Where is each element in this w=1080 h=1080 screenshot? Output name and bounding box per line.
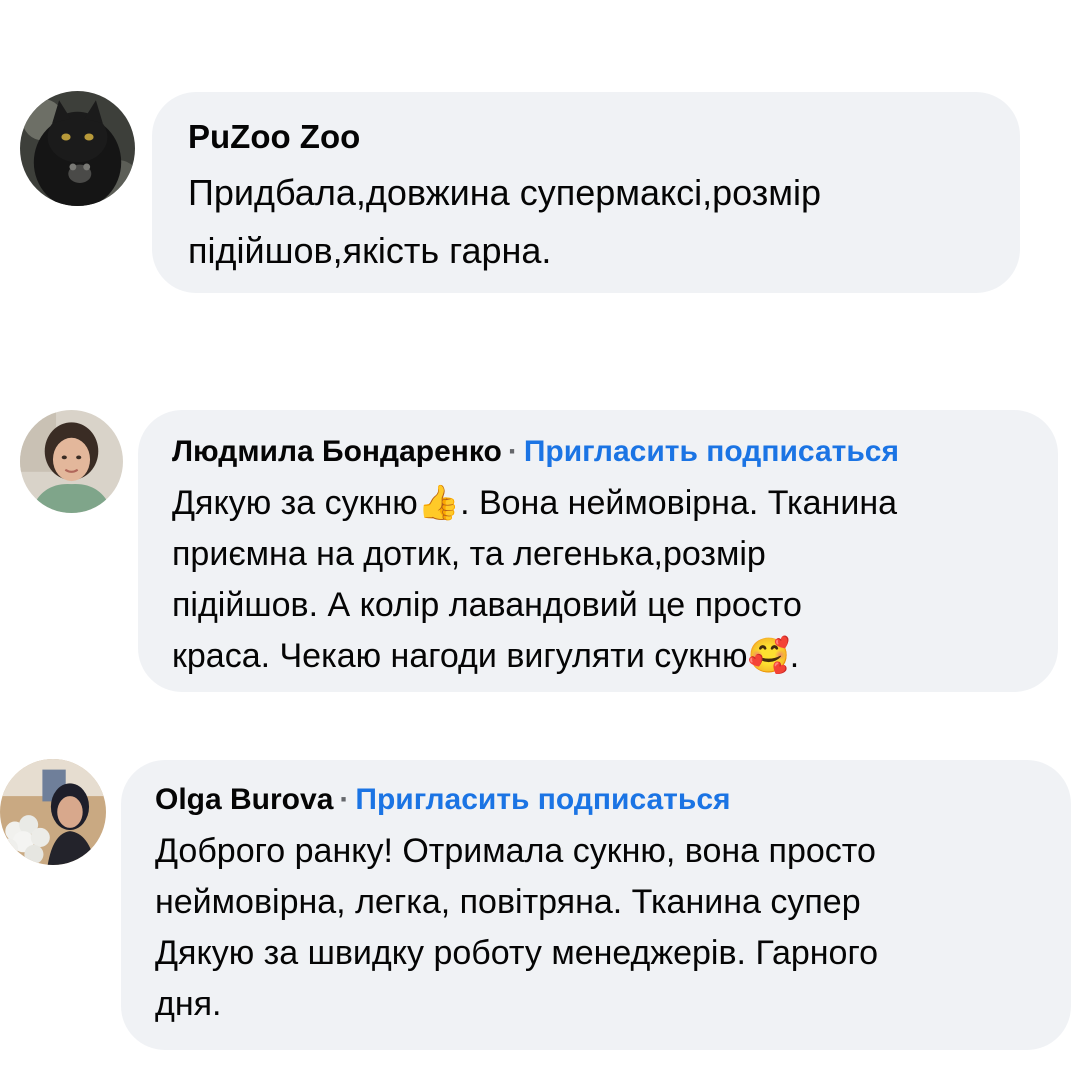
comment-line: Доброго ранку! Отримала сукню, вона прос… xyxy=(155,832,876,870)
invite-to-follow-link[interactable]: Пригласить подписаться xyxy=(355,783,730,816)
invite-to-follow-link[interactable]: Пригласить подписаться xyxy=(524,435,899,468)
author-name[interactable]: Olga Burova xyxy=(155,783,333,816)
comment-line: підійшов,якість гарна. xyxy=(188,230,552,271)
comment-header: Людмила Бондаренко · Пригласить подписатьс… xyxy=(172,432,1026,472)
comment-line: Дякую за швидку роботу менеджерів. Гарно… xyxy=(155,934,879,972)
comment-text: Дякую за сукню👍. Вона неймовірна. Тканин… xyxy=(172,478,1026,682)
separator-dot: · xyxy=(339,783,350,816)
comment-line: приємна на дотик, та легенька,розмір xyxy=(172,535,766,573)
comment-line: Придбала,довжина супермаксі,розмір xyxy=(188,172,822,213)
author-name[interactable]: PuZoo Zoo xyxy=(188,118,360,155)
comment-line: підійшов. А колір лавандовий це просто xyxy=(172,586,802,624)
comment-bubble: Людмила Бондаренко · Пригласить подписатьс… xyxy=(138,410,1058,692)
separator-dot: · xyxy=(507,435,518,468)
comment-text: Доброго ранку! Отримала сукню, вона прос… xyxy=(155,826,1039,1030)
comment-line: дня. xyxy=(155,985,222,1023)
woman-avatar[interactable] xyxy=(20,410,123,513)
comment-text: Придбала,довжина супермаксі,розмір підій… xyxy=(188,164,984,280)
comment-bubble: PuZoo Zoo Придбала,довжина супермаксі,ро… xyxy=(152,92,1020,293)
author-name[interactable]: Людмила Бондаренко xyxy=(172,435,502,468)
comment-line: Дякую за сукню👍. Вона неймовірна. Тканин… xyxy=(172,484,898,522)
comment-line: краса. Чекаю нагоди вигуляти сукню🥰. xyxy=(172,637,800,675)
comment-line: неймовірна, легка, повітряна. Тканина су… xyxy=(155,883,861,921)
black-cat-avatar[interactable] xyxy=(20,91,135,206)
comment-header: Olga Burova · Пригласить подписаться xyxy=(155,780,1039,820)
comment-header: PuZoo Zoo xyxy=(188,116,984,158)
woman-with-flowers-avatar[interactable] xyxy=(0,759,106,865)
comment-bubble: Olga Burova · Пригласить подписаться Добро… xyxy=(121,760,1071,1050)
